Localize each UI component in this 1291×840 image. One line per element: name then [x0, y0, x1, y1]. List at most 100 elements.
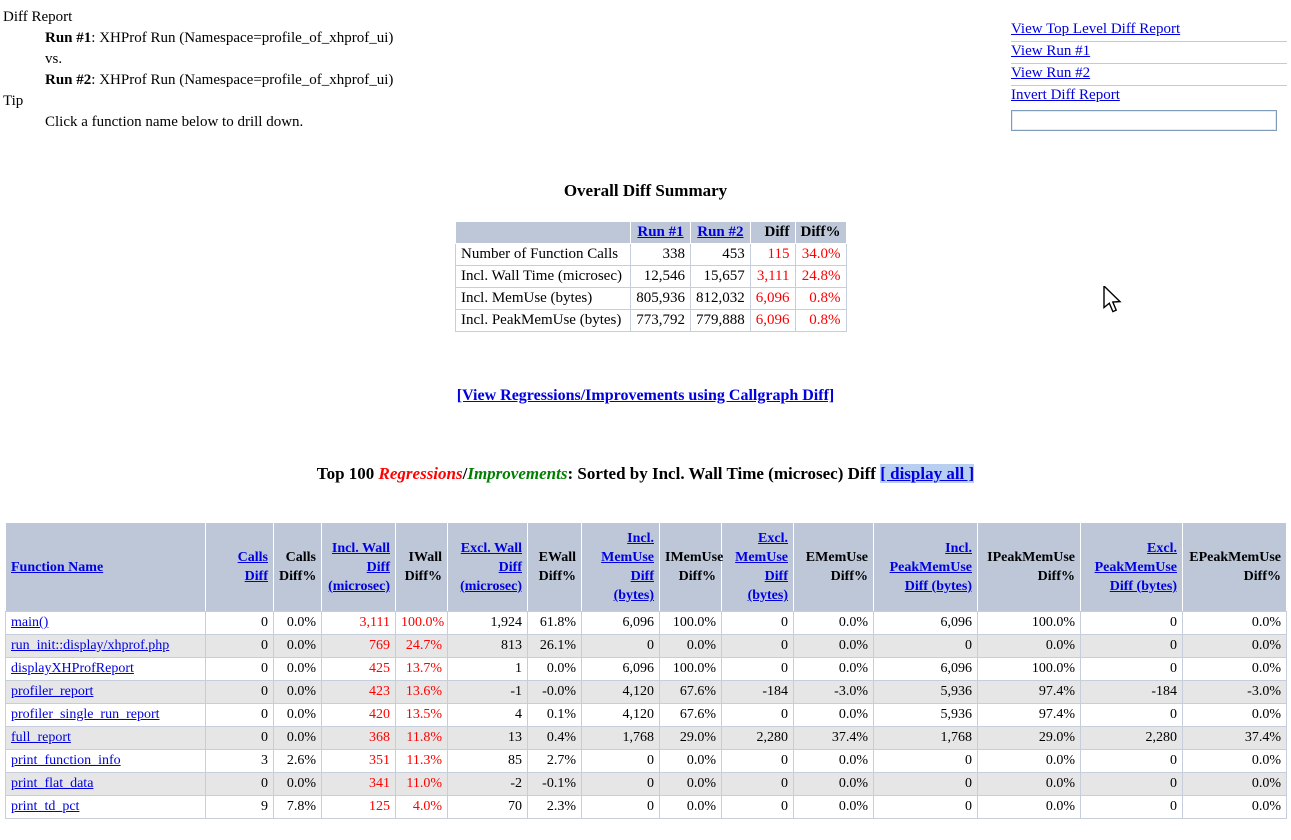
run1-label: Run #1 — [45, 30, 91, 46]
metric-cell: 0.0% — [274, 612, 322, 635]
summary-metric-label: Incl. Wall Time (microsec) — [456, 266, 631, 288]
metric-cell: 0.0% — [978, 635, 1081, 658]
sort-by-incl-memuse-diff-bytes-link[interactable]: Incl. MemUse Diff (bytes) — [601, 531, 654, 603]
summary-run1-value: 12,546 — [631, 266, 691, 288]
functions-diff-table: Function NameCalls DiffCalls Diff%Incl. … — [5, 522, 1287, 819]
report-description: Diff Report Run #1: XHProf Run (Namespac… — [3, 7, 393, 133]
sort-by-incl-wall-diff-microsec-link[interactable]: Incl. Wall Diff (microsec) — [328, 541, 390, 594]
metric-cell: 0 — [206, 658, 274, 681]
metric-cell: 37.4% — [794, 727, 874, 750]
summary-header-row: Run #1 Run #2 Diff Diff% — [456, 222, 847, 244]
nav-links: View Top Level Diff Report View Run #1 V… — [1011, 20, 1287, 131]
function-row: main()00.0%3,111100.0%1,92461.8%6,096100… — [6, 612, 1287, 635]
metric-cell: 70 — [448, 796, 528, 819]
col-header-incl-peakmemuse-diff-bytes: Incl. PeakMemUse Diff (bytes) — [874, 523, 978, 612]
metric-cell: 24.7% — [396, 635, 448, 658]
listing-title: Top 100 Regressions/Improvements: Sorted… — [0, 464, 1291, 484]
sort-by-excl-peakmemuse-diff-bytes-link[interactable]: Excl. PeakMemUse Diff (bytes) — [1095, 541, 1177, 594]
metric-cell: 4,120 — [582, 704, 660, 727]
function-typeahead-input[interactable] — [1011, 110, 1277, 131]
invert-diff-report-link[interactable]: Invert Diff Report — [1011, 87, 1120, 103]
listing-title-prefix: Top 100 — [317, 464, 379, 483]
function-name-cell: full_report — [6, 727, 206, 750]
summary-row: Incl. MemUse (bytes) 805,936 812,032 6,0… — [456, 288, 847, 310]
col-header-ememuse-diff: EMemUse Diff% — [794, 523, 874, 612]
col-header-incl-memuse-diff-bytes: Incl. MemUse Diff (bytes) — [582, 523, 660, 612]
metric-cell: 0 — [1081, 750, 1183, 773]
metric-cell: 2.7% — [528, 750, 582, 773]
sort-by-excl-wall-diff-microsec-link[interactable]: Excl. Wall Diff (microsec) — [460, 541, 522, 594]
metric-cell: 0 — [874, 750, 978, 773]
metric-cell: 368 — [322, 727, 396, 750]
metric-cell: 0.0% — [660, 773, 722, 796]
metric-cell: 0 — [722, 612, 794, 635]
metric-cell: 61.8% — [528, 612, 582, 635]
metric-cell: 100.0% — [978, 658, 1081, 681]
metric-cell: 0.0% — [274, 681, 322, 704]
metric-cell: 425 — [322, 658, 396, 681]
summary-run2-value: 15,657 — [691, 266, 751, 288]
functions-table-head: Function NameCalls DiffCalls Diff%Incl. … — [6, 523, 1287, 612]
function-name-cell: profiler_report — [6, 681, 206, 704]
sort-by-calls-diff-link[interactable]: Calls Diff — [238, 550, 268, 584]
function-link[interactable]: print_function_info — [11, 753, 121, 768]
metric-cell: 11.0% — [396, 773, 448, 796]
run2-desc: : XHProf Run (Namespace=profile_of_xhpro… — [91, 72, 393, 88]
metric-cell: 125 — [322, 796, 396, 819]
function-link[interactable]: main() — [11, 615, 48, 630]
function-link[interactable]: profiler_report — [11, 684, 93, 699]
regressions-label: Regressions — [379, 464, 463, 483]
metric-cell: 2,280 — [722, 727, 794, 750]
metric-cell: -3.0% — [1183, 681, 1287, 704]
col-header-function-name: Function Name — [6, 523, 206, 612]
function-link[interactable]: run_init::display/xhprof.php — [11, 638, 169, 653]
summary-run2-value: 779,888 — [691, 310, 751, 332]
diff-column-header: Diff — [750, 222, 795, 244]
metric-cell: 0.0% — [274, 658, 322, 681]
function-link[interactable]: print_td_pct — [11, 799, 79, 814]
view-top-level-diff-report-link[interactable]: View Top Level Diff Report — [1011, 21, 1180, 37]
function-link[interactable]: profiler_single_run_report — [11, 707, 160, 722]
sort-by-excl-memuse-diff-bytes-link[interactable]: Excl. MemUse Diff (bytes) — [735, 531, 788, 603]
metric-cell: 6,096 — [874, 658, 978, 681]
function-row: print_flat_data00.0%34111.0%-2-0.1%00.0%… — [6, 773, 1287, 796]
function-link[interactable]: full_report — [11, 730, 71, 745]
metric-cell: 0 — [722, 773, 794, 796]
col-header-iwall-diff: IWall Diff% — [396, 523, 448, 612]
view-callgraph-diff-link[interactable]: [View Regressions/Improvements using Cal… — [457, 387, 834, 404]
summary-diff-value: 6,096 — [750, 288, 795, 310]
nav-row: View Run #2 — [1011, 64, 1287, 86]
function-link[interactable]: print_flat_data — [11, 776, 93, 791]
tip-label: Tip — [3, 91, 393, 112]
function-name-cell: profiler_single_run_report — [6, 704, 206, 727]
metric-cell: 0 — [722, 796, 794, 819]
metric-cell: -184 — [1081, 681, 1183, 704]
metric-cell: 0 — [582, 773, 660, 796]
function-name-cell: run_init::display/xhprof.php — [6, 635, 206, 658]
metric-cell: 0.0% — [978, 796, 1081, 819]
col-header-excl-wall-diff-microsec: Excl. Wall Diff (microsec) — [448, 523, 528, 612]
metric-cell: 0.0% — [794, 635, 874, 658]
metric-cell: 7.8% — [274, 796, 322, 819]
display-all-link[interactable]: [ display all ] — [880, 464, 974, 483]
metric-cell: 0 — [206, 681, 274, 704]
sort-by-incl-peakmemuse-diff-bytes-link[interactable]: Incl. PeakMemUse Diff (bytes) — [890, 541, 972, 594]
run1-header-link[interactable]: Run #1 — [637, 224, 683, 240]
run2-header-link[interactable]: Run #2 — [697, 224, 743, 240]
view-run-2-link[interactable]: View Run #2 — [1011, 65, 1090, 81]
metric-cell: 0 — [206, 773, 274, 796]
run2-column-header: Run #2 — [691, 222, 751, 244]
function-link[interactable]: displayXHProfReport — [11, 661, 134, 676]
summary-row: Incl. Wall Time (microsec) 12,546 15,657… — [456, 266, 847, 288]
summary-run1-value: 805,936 — [631, 288, 691, 310]
summary-diff-value: 6,096 — [750, 310, 795, 332]
view-run-1-link[interactable]: View Run #1 — [1011, 43, 1090, 59]
metric-cell: 0 — [874, 796, 978, 819]
metric-cell: 0 — [206, 612, 274, 635]
metric-cell: -1 — [448, 681, 528, 704]
metric-cell: 0.0% — [274, 704, 322, 727]
metric-cell: 0.0% — [274, 635, 322, 658]
function-row: print_function_info32.6%35111.3%852.7%00… — [6, 750, 1287, 773]
sort-by-function-name-link[interactable]: Function Name — [11, 560, 103, 575]
metric-cell: 0 — [582, 750, 660, 773]
